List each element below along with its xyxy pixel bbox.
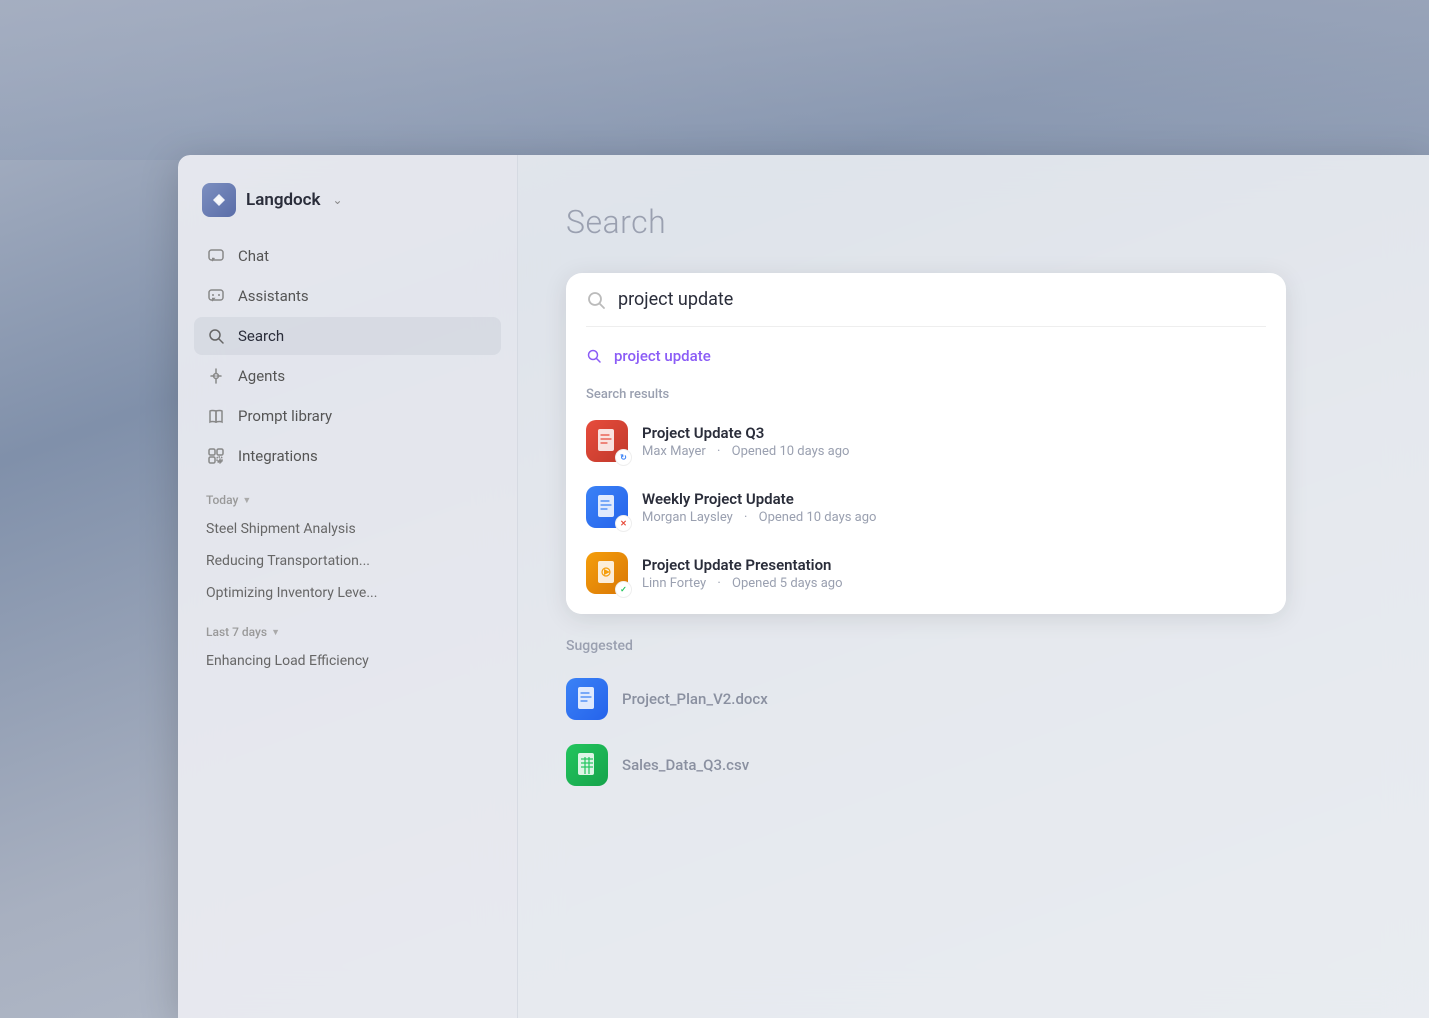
result-info-0: Project Update Q3 Max Mayer · Opened 10 … [642,424,1266,459]
result-opened: Opened 5 days ago [732,576,842,591]
book-icon [206,406,226,426]
suggested-name-0: Project_Plan_V2.docx [622,690,768,708]
suggested-item-0[interactable]: Project_Plan_V2.docx [566,666,1286,732]
result-meta: Linn Fortey · Opened 5 days ago [642,576,1266,591]
suggested-icon-sheet [566,744,608,786]
suggested-icon-doc [566,678,608,720]
sidebar-item-agents[interactable]: Agents [194,357,501,395]
history-item-steel[interactable]: Steel Shipment Analysis [194,513,501,545]
result-author: Max Mayer [642,444,706,459]
result-icon-ppt: ✓ [586,552,628,594]
result-info-2: Project Update Presentation Linn Fortey … [642,556,1266,591]
result-name: Weekly Project Update [642,490,1266,508]
search-query[interactable]: project update [618,289,1266,310]
sidebar-item-assistants[interactable]: Assistants [194,277,501,315]
suggested-name-1: Sales_Data_Q3.csv [622,756,749,774]
history-item-transport[interactable]: Reducing Transportation... [194,545,501,577]
dropdown-suggestion[interactable]: project update [566,335,1286,377]
result-icon-pdf: ↻ [586,420,628,462]
chat-icon [206,246,226,266]
logo-row: Langdock ⌄ [194,179,501,237]
result-name: Project Update Presentation [642,556,1266,574]
sidebar-nav: Chat Assistants [194,237,501,477]
result-item-0[interactable]: ↻ Project Update Q3 Max Mayer · Opened 1… [566,408,1286,474]
sidebar-item-label: Chat [238,247,269,265]
bg-blur [0,0,1429,160]
result-item-1[interactable]: ✕ Weekly Project Update Morgan Laysley ·… [566,474,1286,540]
result-meta: Morgan Laysley · Opened 10 days ago [642,510,1266,525]
sidebar-item-label: Agents [238,367,285,385]
page-title: Search [566,203,1381,241]
app-name: Langdock [246,190,321,210]
section-last7: Last 7 days ▼ [194,609,501,645]
sidebar-item-integrations[interactable]: Integrations [194,437,501,475]
result-icon-doc: ✕ [586,486,628,528]
agents-icon [206,366,226,386]
suggestion-search-icon [586,348,602,364]
result-item-2[interactable]: ✓ Project Update Presentation Linn Forte… [566,540,1286,606]
history-item-load[interactable]: Enhancing Load Efficiency [194,645,501,677]
result-author: Morgan Laysley [642,510,733,525]
section-today: Today ▼ [194,477,501,513]
search-box: project update project update Search res… [566,273,1286,614]
history-item-inventory[interactable]: Optimizing Inventory Leve... [194,577,501,609]
badge-overlay-ppt: ✓ [615,581,632,598]
badge-overlay: ✕ [615,515,632,532]
sidebar-item-label: Assistants [238,287,309,305]
app-container: Langdock ⌄ Chat [178,155,1429,1018]
logo-icon [202,183,236,217]
result-opened: Opened 10 days ago [759,510,877,525]
result-opened: Opened 10 days ago [732,444,850,459]
result-info-1: Weekly Project Update Morgan Laysley · O… [642,490,1266,525]
chevron-down-icon[interactable]: ⌄ [333,193,343,207]
suggested-section: Suggested Project_Plan_V2.docx [566,638,1286,798]
main-content: Search project update [518,155,1429,1018]
sidebar-item-label: Prompt library [238,407,332,425]
sidebar-item-chat[interactable]: Chat [194,237,501,275]
sidebar: Langdock ⌄ Chat [178,155,518,1018]
results-label: Search results [566,377,1286,408]
sidebar-item-label: Search [238,327,284,345]
result-author: Linn Fortey [642,576,706,591]
search-dropdown: project update Search results ↻ [566,327,1286,614]
sidebar-item-label: Integrations [238,447,318,465]
assistants-icon [206,286,226,306]
search-icon [206,326,226,346]
result-meta: Max Mayer · Opened 10 days ago [642,444,1266,459]
result-name: Project Update Q3 [642,424,1266,442]
suggested-label: Suggested [566,638,1286,654]
suggested-item-1[interactable]: Sales_Data_Q3.csv [566,732,1286,798]
suggestion-text: project update [614,347,711,365]
integrations-icon [206,446,226,466]
search-input-row: project update [566,273,1286,326]
sidebar-item-search[interactable]: Search [194,317,501,355]
search-input-icon [586,290,606,310]
sidebar-item-prompt-library[interactable]: Prompt library [194,397,501,435]
